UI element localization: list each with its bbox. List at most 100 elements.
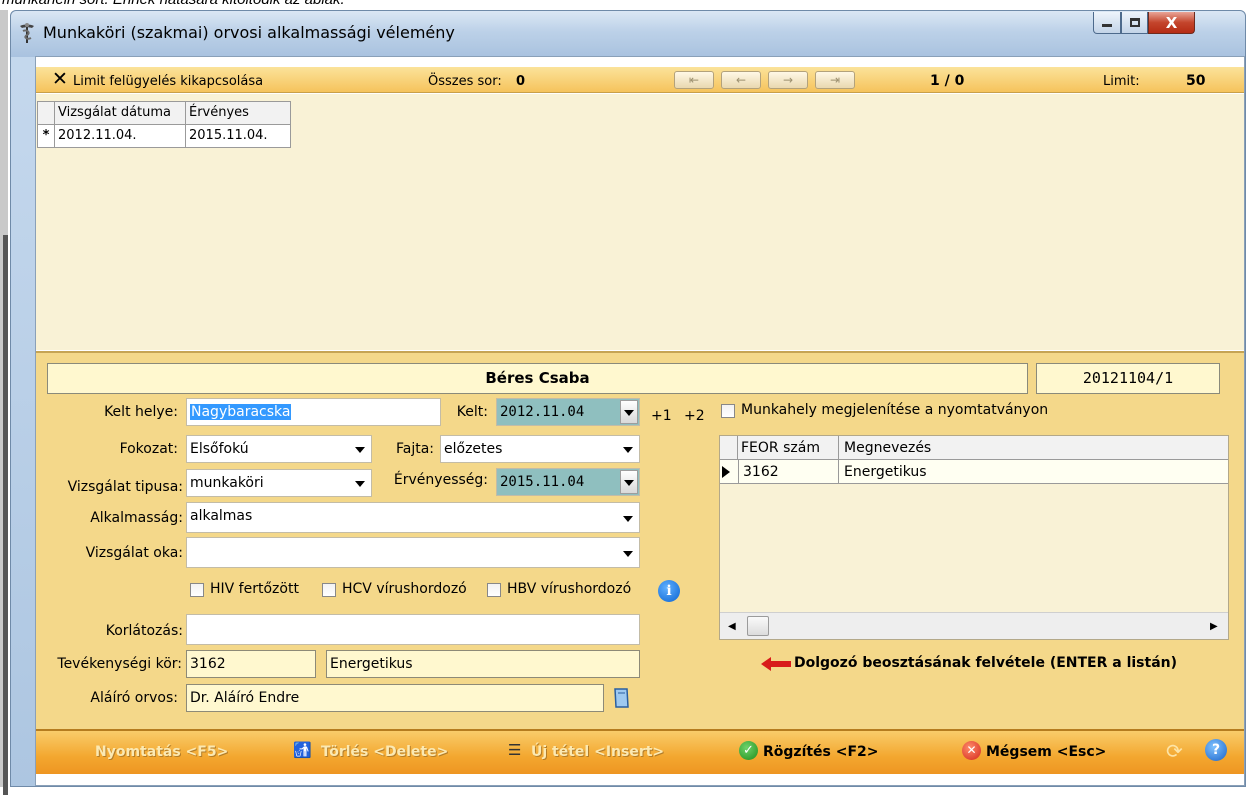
alkalmassag-label: Alkalmasság: [90,510,183,526]
kelt-date-picker[interactable]: 2012.11.04 [496,398,640,426]
chevron-down-icon [355,481,365,487]
chevron-down-icon [355,447,365,453]
vizsgalat-oka-select[interactable] [186,537,640,568]
alairo-orvos-value: Dr. Aláíró Endre [190,690,300,706]
alkalmassag-value: alkalmas [190,508,253,524]
cancel-x-icon: ✕ [962,741,981,760]
hbv-label: HBV vírushordozó [507,581,632,597]
chevron-down-icon [623,551,633,557]
limit-value: 50 [1186,73,1206,89]
fajta-value: előzetes [444,441,503,457]
cell-feor[interactable]: 3162 [738,460,779,483]
last-record-icon: ⇥ [829,73,841,87]
vizsgalat-oka-label: Vizsgálat oka: [85,545,183,561]
next-record-button[interactable]: → [768,71,808,89]
title-bar[interactable]: Munkaköri (szakmai) orvosi alkalmassági … [11,11,1245,57]
tevekenysegi-kor-name: Energetikus [326,650,640,678]
hcv-label: HCV vírushordozó [342,581,467,597]
record-position: 1 / 0 [930,73,965,89]
page-caption: munkahelri sort. Ennek hatására kitöltőd… [2,0,345,8]
calendar-dropdown-icon[interactable] [620,470,638,494]
save-button[interactable]: Rögzítés <F2> [763,744,879,760]
maximize-button[interactable] [1121,12,1148,34]
caduceus-icon [17,22,37,44]
cell-name[interactable]: Energetikus [838,460,927,483]
horizontal-scrollbar[interactable]: ◀ ▶ [720,612,1228,639]
hiv-checkbox[interactable] [190,583,204,597]
patient-name: Béres Csaba [47,363,1028,394]
column-header-feor[interactable]: FEOR szám [741,436,820,460]
alkalmassag-select[interactable]: alkalmas [186,502,640,533]
first-record-icon: ⇤ [688,73,700,87]
cell-exam-date[interactable]: 2012.11.04. [54,125,186,148]
doctor-picker-icon[interactable] [613,687,630,709]
calendar-dropdown-icon[interactable] [620,400,638,424]
alairo-orvos-label: Aláíró orvos: [90,690,178,706]
tevekenysegi-kor-code-value: 3162 [190,656,226,672]
scroll-right-icon[interactable]: ▶ [1210,621,1218,632]
new-item-button[interactable]: Új tétel <Insert> [531,744,664,760]
chevron-down-icon [623,447,633,453]
hiv-label: HIV fertőzött [210,581,299,597]
feor-grid-header: FEOR szám Megnevezés [720,436,1228,460]
korlatozas-label: Korlátozás: [105,623,183,639]
workplace-checkbox-label: Munkahely megjelenítése a nyomtatványon [741,402,1049,418]
add-assignment-hint[interactable]: Dolgozó beosztásának felvétele (ENTER a … [794,655,1177,671]
vizsgalat-tipusa-value: munkaköri [190,475,264,491]
cell-valid-until[interactable]: 2015.11.04. [185,125,291,148]
column-header-name[interactable]: Megnevezés [838,436,931,459]
checkmark-icon: ✓ [739,741,758,760]
info-icon[interactable]: i [658,580,680,602]
ervenyesseg-value: 2015.11.04 [500,474,585,490]
kelt-helye-value: Nagybaracska [190,404,292,420]
first-record-button[interactable]: ⇤ [674,71,714,89]
fokozat-value: Elsőfokú [190,441,249,457]
chevron-down-icon [623,516,633,522]
fokozat-select[interactable]: Elsőfokú [186,435,372,463]
new-row-marker: * [37,125,55,148]
hbv-checkbox[interactable] [487,583,501,597]
current-row-icon [722,466,730,478]
korlatozas-input[interactable] [186,614,640,645]
ervenyesseg-date-picker[interactable]: 2015.11.04 [496,468,640,496]
kelt-value: 2012.11.04 [500,404,585,420]
prev-record-icon: ← [735,73,747,87]
alairo-orvos-field: Dr. Aláíró Endre [186,684,604,712]
close-button[interactable]: X [1148,12,1195,34]
column-header-valid[interactable]: Érvényes [185,101,291,125]
hcv-checkbox[interactable] [322,583,336,597]
last-record-button[interactable]: ⇥ [815,71,855,89]
vizsgalat-tipusa-select[interactable]: munkaköri [186,469,372,497]
column-header-date[interactable]: Vizsgálat dátuma [54,101,186,125]
row-indicator-header [720,436,738,459]
kelt-label: Kelt: [456,404,488,420]
help-icon[interactable]: ? [1205,739,1227,761]
history-grid-header: Vizsgálat dátuma Érvényes [37,101,291,125]
feor-grid: FEOR szám Megnevezés 3162 Energetikus [719,435,1229,640]
plus-one-day-button[interactable]: +1 [651,408,672,424]
total-rows-label: Összes sor: [428,74,502,89]
window-title: Munkaköri (szakmai) orvosi alkalmassági … [43,23,455,42]
cancel-button[interactable]: Mégsem <Esc> [986,744,1106,760]
ervenyesseg-label: Érvényesség: [393,472,488,488]
delete-button[interactable]: Törlés <Delete> [321,744,448,760]
kelt-helye-input[interactable]: Nagybaracska [186,398,441,426]
fajta-select[interactable]: előzetes [440,435,640,463]
table-row[interactable]: 3162 Energetikus [720,460,1228,484]
limit-toggle-link[interactable]: Limit felügyelés kikapcsolása [73,74,263,89]
prev-record-button[interactable]: ← [721,71,761,89]
refresh-icon[interactable]: ⟳ [1166,739,1183,763]
plus-two-days-button[interactable]: +2 [684,408,705,424]
tevekenysegi-kor-code: 3162 [186,650,316,678]
close-x-icon[interactable]: ✕ [52,70,68,89]
scroll-left-icon[interactable]: ◀ [728,621,736,632]
minimize-icon [1102,24,1112,27]
table-row[interactable]: * 2012.11.04. 2015.11.04. [37,125,291,148]
delete-icon: 🚮 [293,741,312,759]
tevekenysegi-kor-label: Tevékenységi kör: [57,656,182,672]
print-button[interactable]: Nyomtatás <F5> [95,744,228,760]
workplace-checkbox[interactable] [721,404,735,418]
fokozat-label: Fokozat: [119,441,178,457]
minimize-button[interactable] [1093,12,1121,34]
scroll-thumb[interactable] [747,616,769,636]
